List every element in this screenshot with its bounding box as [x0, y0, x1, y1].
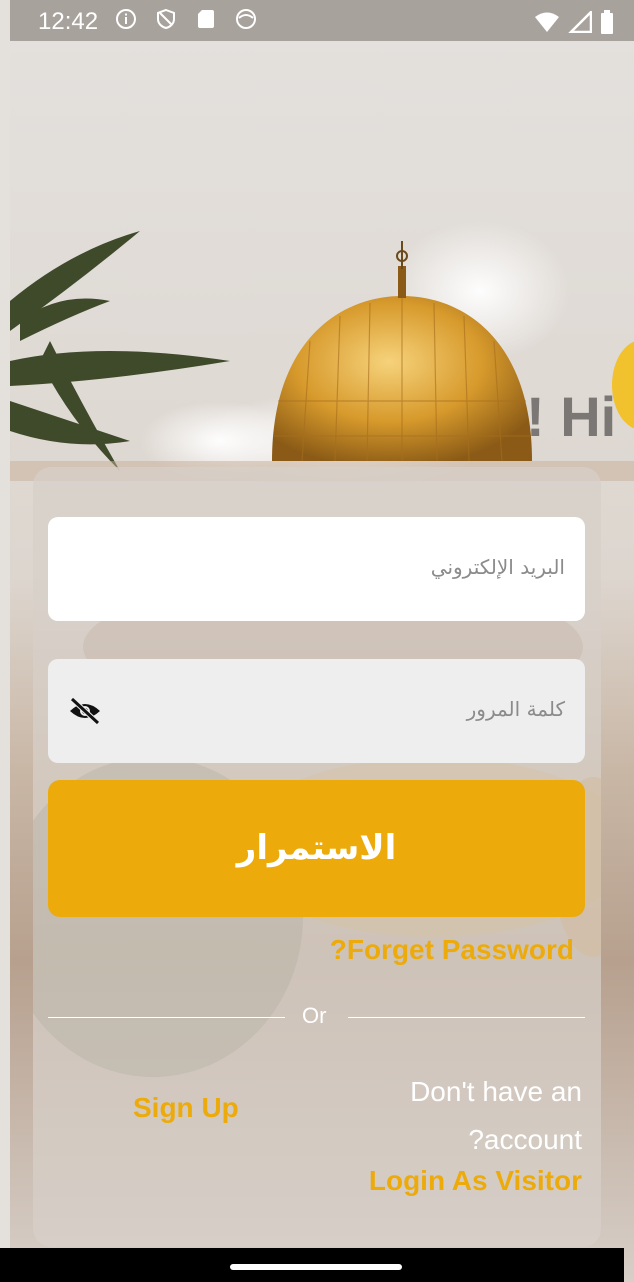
face-icon — [234, 7, 258, 31]
login-as-visitor-link[interactable]: Login As Visitor — [369, 1165, 582, 1197]
email-field[interactable]: البريد الإلكتروني — [48, 517, 585, 621]
wifi-icon — [534, 11, 560, 40]
home-gesture-handle[interactable] — [230, 1264, 402, 1270]
sign-up-link[interactable]: Sign Up — [133, 1092, 239, 1124]
info-icon — [114, 7, 138, 31]
sd-card-icon — [194, 7, 218, 31]
no-account-line1: Don't have an — [410, 1076, 582, 1107]
status-time: 12:42 — [38, 8, 99, 35]
divider-line-right — [348, 1017, 585, 1018]
navigation-bar — [0, 1248, 624, 1282]
status-icons — [114, 7, 258, 31]
signal-icon — [567, 8, 593, 40]
shield-icon — [154, 7, 178, 31]
no-account-line2: ?account — [468, 1124, 582, 1155]
or-label: Or — [302, 1003, 327, 1028]
email-placeholder: البريد الإلكتروني — [430, 555, 565, 579]
greeting-title: ! Hi — [526, 385, 617, 448]
no-account-text: Don't have an ?account — [362, 1068, 582, 1164]
status-bar: 12:42 — [10, 0, 634, 41]
status-right-icons — [534, 8, 614, 41]
password-placeholder: كلمة المرور — [466, 697, 565, 721]
continue-button[interactable]: الاستمرار — [48, 780, 585, 917]
forget-password-link[interactable]: ?Forget Password — [330, 934, 574, 966]
or-divider: Or — [48, 1003, 585, 1033]
password-field[interactable]: كلمة المرور — [48, 659, 585, 763]
eye-off-icon[interactable] — [68, 697, 102, 725]
battery-icon — [600, 10, 614, 41]
divider-line-left — [48, 1017, 285, 1018]
